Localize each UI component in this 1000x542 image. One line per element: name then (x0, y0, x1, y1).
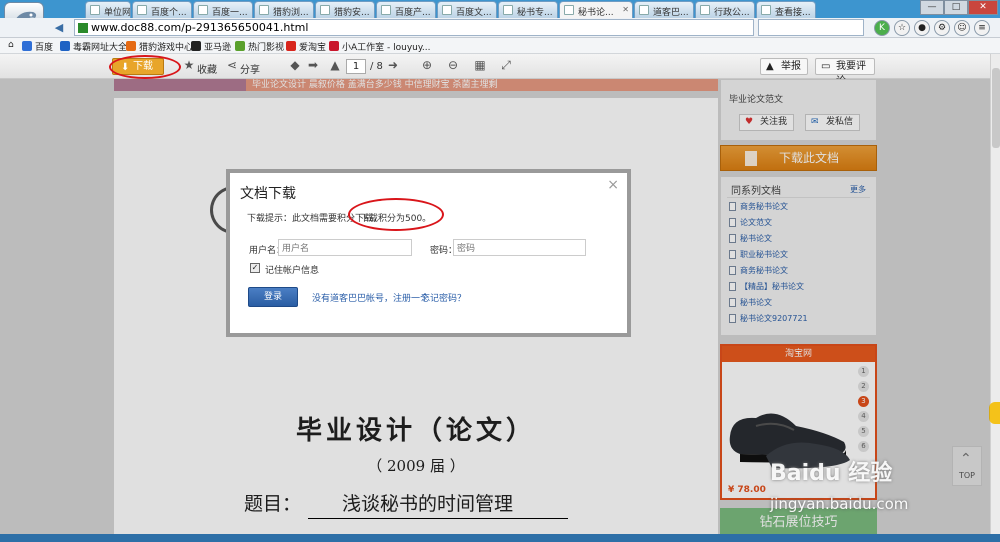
next-page-arrow-icon[interactable]: ➡ (306, 59, 320, 73)
gear-icon[interactable]: ⚙ (934, 20, 950, 36)
tab-favicon-icon (761, 5, 771, 15)
remember-label: 记住帐户信息 (265, 266, 320, 276)
site-favicon-icon (78, 23, 88, 33)
browser-tab[interactable]: 百度产... (376, 1, 436, 18)
tab-favicon-icon (198, 5, 208, 15)
url-field[interactable]: www.doc88.com/p-291365650041.html (74, 19, 754, 36)
page-number-input[interactable]: 1 (346, 59, 366, 74)
bell-icon: ▲ (766, 61, 774, 72)
browser-tab[interactable]: 百度一... (193, 1, 253, 18)
highlight-circle (348, 198, 444, 231)
grid-view-icon[interactable]: ▦ (473, 59, 487, 73)
user-icon[interactable]: ☺ (954, 20, 970, 36)
browser-tab[interactable]: 秘书专... (498, 1, 558, 18)
browser-tab[interactable]: 猎豹浏... (254, 1, 314, 18)
prev-page-icon[interactable]: ◆ (288, 59, 302, 73)
tab-favicon-icon (564, 5, 574, 15)
game-center-icon (126, 41, 136, 51)
tab-favicon-icon (381, 5, 391, 15)
tab-favicon-icon (442, 5, 452, 15)
tab-favicon-icon (639, 5, 649, 15)
menu-icon[interactable]: ≡ (974, 20, 990, 36)
maximize-button[interactable]: □ (944, 0, 968, 15)
tab-favicon-icon (320, 5, 330, 15)
browser-tab-active[interactable]: 秘书论... ✕ (559, 1, 633, 18)
address-bar: ◀ www.doc88.com/p-291365650041.html K ☆ … (0, 18, 1000, 38)
bookmark-item[interactable]: 猎豹游戏中心 (126, 40, 193, 53)
page-total: / 8 (370, 61, 383, 72)
remember-checkbox[interactable]: ✓ (250, 263, 260, 273)
extension-icon[interactable]: K (874, 20, 890, 36)
tab-favicon-icon (700, 5, 710, 15)
bookmark-item[interactable]: 亚马逊 (191, 40, 231, 53)
video-icon (235, 41, 245, 51)
highlight-circle (109, 55, 181, 79)
scrollbar-thumb[interactable] (992, 68, 1000, 148)
favorite-button[interactable]: 收藏 (197, 61, 217, 76)
shield-icon[interactable]: ● (914, 20, 930, 36)
password-input[interactable] (453, 239, 586, 256)
home-icon[interactable]: ⌂ (8, 40, 14, 50)
browser-tab[interactable]: 行政公... (695, 1, 755, 18)
bookmark-item[interactable]: 小A工作室 - louyuy... (329, 40, 431, 53)
comment-icon: ▭ (821, 61, 831, 72)
bookmark-item[interactable]: 毒霸网址大全 (60, 40, 127, 53)
back-icon[interactable]: ◀ (50, 20, 68, 36)
browser-tab[interactable]: 猎豹安... (315, 1, 375, 18)
close-window-button[interactable]: ✕ (968, 0, 998, 15)
duba-icon (60, 41, 70, 51)
bookmark-item[interactable]: 百度 (22, 40, 53, 53)
os-taskbar (0, 534, 1000, 542)
bookmark-item[interactable]: 爱淘宝 (286, 40, 326, 53)
page-up-icon[interactable]: ▲ (328, 59, 342, 73)
amazon-icon (191, 41, 201, 51)
tab-favicon-icon (503, 5, 513, 15)
minimize-button[interactable]: — (920, 0, 944, 15)
zoom-out-icon[interactable]: ⊖ (446, 59, 460, 73)
close-icon[interactable]: × (607, 177, 619, 193)
download-dialog: 文档下载 × 下载提示：此文档需要积分下载， 下载积分为500。 用户名： 密码… (226, 169, 631, 337)
username-input[interactable] (278, 239, 412, 256)
browser-tab[interactable]: 单位网... (85, 1, 131, 18)
bookmark-item[interactable]: 热门影视 (235, 40, 284, 53)
browser-tab[interactable]: 百度文... (437, 1, 497, 18)
tab-favicon-icon (259, 5, 269, 15)
tab-favicon-icon (90, 5, 100, 15)
studio-icon (329, 41, 339, 51)
tab-favicon-icon (137, 5, 147, 15)
tab-close-icon[interactable]: ✕ (622, 5, 629, 14)
star-icon: ★ (183, 58, 195, 72)
comment-button[interactable]: ▭我要评论 (815, 58, 875, 87)
share-button[interactable]: 分享 (240, 61, 260, 76)
page-scrollbar[interactable] (990, 54, 1000, 542)
baidu-icon (22, 41, 32, 51)
zoom-in-icon[interactable]: ⊕ (420, 59, 434, 73)
next-page-icon[interactable]: ➜ (386, 59, 400, 73)
search-input[interactable] (758, 19, 864, 36)
report-button[interactable]: ▲ 举报 (760, 58, 808, 75)
browser-tab-bar: 单位网... 百度个... 百度一... 猎豹浏... 猎豹安... 百度产..… (0, 0, 1000, 18)
login-button[interactable]: 登录 (248, 287, 298, 307)
dialog-title: 文档下载 (240, 186, 296, 202)
fullscreen-icon[interactable]: ⤢ (499, 59, 513, 73)
browser-tab[interactable]: 道客巴... (634, 1, 694, 18)
side-float-icon[interactable] (989, 402, 1000, 424)
forgot-password-link[interactable]: 忘记密码？ (421, 291, 466, 304)
register-link[interactable]: 没有道客巴巴帐号，注册一个 (312, 291, 429, 304)
bookmarks-bar: ⌂ 百度 毒霸网址大全 猎豹游戏中心 亚马逊 热门影视 爱淘宝 小A工作室 - … (0, 38, 1000, 54)
share-icon: ⋖ (226, 58, 238, 72)
browser-tab[interactable]: 查看接... (756, 1, 816, 18)
taobao-icon (286, 41, 296, 51)
browser-tab[interactable]: 百度个... (132, 1, 192, 18)
star-icon[interactable]: ☆ (894, 20, 910, 36)
